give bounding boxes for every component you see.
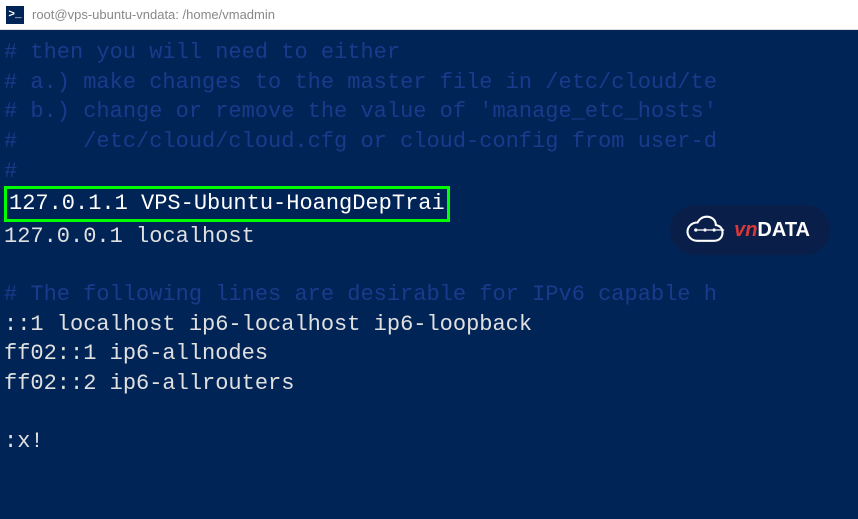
window-title: root@vps-ubuntu-vndata: /home/vmadmin (32, 7, 275, 22)
highlighted-hostname: 127.0.1.1 VPS-Ubuntu-HoangDepTrai (4, 186, 450, 222)
vndata-logo-badge: vnDATA (670, 205, 830, 255)
terminal-area[interactable]: # then you will need to either # a.) mak… (0, 30, 858, 519)
blank-line (4, 252, 854, 280)
logo-data-part: DATA (757, 217, 810, 244)
vndata-logo-text: vnDATA (734, 217, 810, 244)
vi-command: :x! (4, 427, 854, 457)
hosts-entry: ff02::1 ip6-allnodes (4, 339, 854, 369)
cloud-network-icon (684, 215, 726, 245)
blank-line (4, 399, 854, 427)
hosts-entry: ff02::2 ip6-allrouters (4, 369, 854, 399)
hosts-entry: ::1 localhost ip6-localhost ip6-loopback (4, 310, 854, 340)
comment-line: # (4, 157, 854, 187)
comment-line: # The following lines are desirable for … (4, 280, 854, 310)
title-bar: >_ root@vps-ubuntu-vndata: /home/vmadmin (0, 0, 858, 30)
comment-line: # a.) make changes to the master file in… (4, 68, 854, 98)
powershell-icon-symbol: >_ (8, 9, 21, 21)
comment-line: # /etc/cloud/cloud.cfg or cloud-config f… (4, 127, 854, 157)
logo-vn-part: vn (734, 217, 757, 244)
powershell-icon: >_ (6, 6, 24, 24)
comment-line: # b.) change or remove the value of 'man… (4, 97, 854, 127)
comment-line: # then you will need to either (4, 38, 854, 68)
